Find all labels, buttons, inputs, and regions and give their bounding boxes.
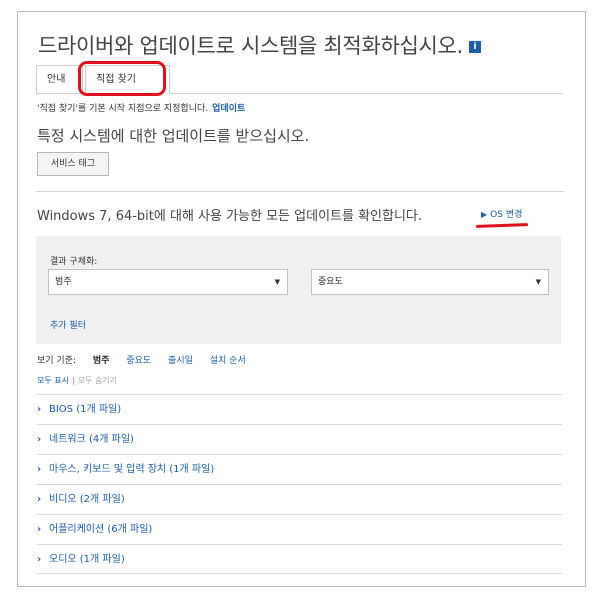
refine-results-label: 결과 구체화: bbox=[50, 257, 98, 267]
tab-bar: 안내 직접 찾기 bbox=[36, 65, 562, 94]
default-start-note: '직접 찾기'를 기본 시작 지점으로 지정합니다. 업데이트 bbox=[37, 101, 245, 114]
category-label: 오디오 (1개 파일) bbox=[49, 554, 125, 565]
chevron-down-icon: ▼ bbox=[535, 278, 541, 286]
sort-row: 보기 기준: 범주 중요도 출시일 설치 순서 bbox=[37, 353, 260, 366]
category-item-input-devices[interactable]: › 마우스, 키보드 및 입력 장치 (1개 파일) bbox=[37, 454, 562, 484]
chevron-right-icon: › bbox=[37, 404, 42, 415]
more-filters-link[interactable]: 추가 필터 bbox=[50, 318, 86, 331]
chevron-right-icon: › bbox=[37, 434, 42, 445]
category-item-audio[interactable]: › 오디오 (1개 파일) bbox=[37, 544, 562, 574]
change-os-label: OS 변경 bbox=[490, 210, 523, 220]
importance-select-value: 중요도 bbox=[318, 277, 343, 287]
chevron-right-icon: › bbox=[37, 464, 42, 475]
note-text: '직접 찾기'를 기본 시작 지점으로 지정합니다. bbox=[37, 104, 209, 114]
category-select[interactable]: 범주 ▼ bbox=[48, 269, 288, 295]
sort-by-category[interactable]: 범주 bbox=[93, 356, 110, 366]
show-toggle-row: 모두 표시 | 모두 숨기기 bbox=[37, 375, 117, 386]
separator: | bbox=[71, 376, 75, 385]
category-item-network[interactable]: › 네트워크 (4개 파일) bbox=[37, 424, 562, 454]
importance-select[interactable]: 중요도 ▼ bbox=[311, 269, 549, 295]
category-label: 어플리케이션 (6개 파일) bbox=[49, 524, 153, 535]
category-label: 비디오 (2개 파일) bbox=[49, 494, 125, 505]
chevron-right-icon: › bbox=[37, 524, 42, 535]
category-item-applications[interactable]: › 어플리케이션 (6개 파일) bbox=[37, 514, 562, 544]
chevron-down-icon: ▼ bbox=[274, 278, 280, 286]
page-title-text: 드라이버와 업데이트로 시스템을 최적화하십시오. bbox=[38, 34, 463, 58]
category-label: 마우스, 키보드 및 입력 장치 (1개 파일) bbox=[49, 464, 215, 475]
sort-label: 보기 기준: bbox=[37, 356, 77, 366]
info-icon[interactable]: i bbox=[468, 41, 481, 53]
category-label: 네트워크 (4개 파일) bbox=[49, 434, 134, 445]
service-tag-button[interactable]: 서비스 태그 bbox=[37, 152, 109, 176]
category-select-value: 범주 bbox=[55, 277, 72, 287]
change-os-link[interactable]: ▶ OS 변경 bbox=[481, 207, 522, 220]
triangle-right-icon: ▶ bbox=[481, 210, 488, 219]
update-link[interactable]: 업데이트 bbox=[212, 104, 245, 114]
sort-by-release-date[interactable]: 출시일 bbox=[168, 356, 193, 366]
page-title: 드라이버와 업데이트로 시스템을 최적화하십시오. i bbox=[38, 30, 481, 60]
filter-panel: 결과 구체화: 범주 ▼ 중요도 ▼ 추가 필터 bbox=[36, 236, 561, 344]
expand-all-link[interactable]: 모두 표시 bbox=[37, 376, 69, 385]
tab-find-directly[interactable]: 직접 찾기 bbox=[85, 65, 170, 94]
collapse-all-link[interactable]: 모두 숨기기 bbox=[78, 376, 117, 385]
divider bbox=[36, 191, 564, 192]
os-description: Windows 7, 64-bit에 대해 사용 가능한 모든 업데이트를 확인… bbox=[37, 209, 423, 224]
tab-guide[interactable]: 안내 bbox=[36, 65, 83, 93]
chevron-right-icon: › bbox=[37, 554, 42, 565]
section-heading: 특정 시스템에 대한 업데이트를 받으십시오. bbox=[37, 127, 310, 145]
category-item-video[interactable]: › 비디오 (2개 파일) bbox=[37, 484, 562, 514]
category-item-bios[interactable]: › BIOS (1개 파일) bbox=[37, 394, 562, 424]
chevron-right-icon: › bbox=[37, 494, 42, 505]
sort-by-importance[interactable]: 중요도 bbox=[126, 356, 151, 366]
category-label: BIOS (1개 파일) bbox=[49, 404, 122, 415]
sort-by-install-order[interactable]: 설치 순서 bbox=[210, 356, 246, 366]
